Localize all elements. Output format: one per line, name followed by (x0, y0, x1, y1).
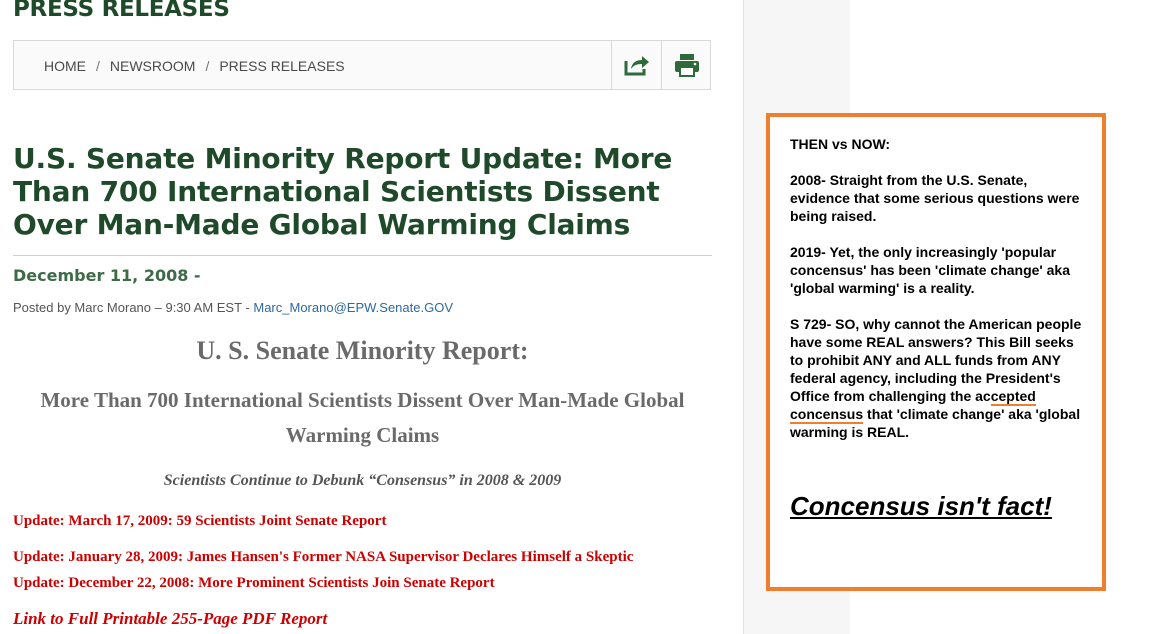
note-paragraph-2019: 2019- Yet, the only increasingly 'popula… (790, 244, 1070, 296)
note-conclusion: Concensus isn't fact! (790, 491, 1052, 521)
pdf-report-link[interactable]: Link to Full Printable 255-Page PDF Repo… (13, 609, 327, 629)
note-title: THEN vs NOW: (790, 136, 891, 152)
print-button[interactable] (661, 41, 712, 89)
section-heading: PRESS RELEASES (13, 0, 230, 22)
author-email-link[interactable]: Marc_Morano@EPW.Senate.GOV (253, 300, 453, 315)
update-link-december[interactable]: Update: December 22, 2008: More Prominen… (13, 575, 495, 592)
byline-text: Posted by Marc Morano – 9:30 AM EST - (13, 300, 254, 315)
share-button[interactable] (611, 41, 662, 89)
title-divider (13, 255, 712, 256)
report-subtitle: More Than 700 International Scientists D… (40, 388, 685, 447)
share-icon (624, 56, 649, 76)
main-content: PRESS RELEASES HOME / NEWSROOM / PRESS R… (0, 0, 743, 634)
article-title: U.S. Senate Minority Report Update: More… (13, 142, 673, 241)
note-paragraph-2008: 2008- Straight from the U.S. Senate, evi… (790, 172, 1080, 224)
note-p3-start: S 729- SO, why cannot the American peopl… (790, 316, 1082, 404)
breadcrumb-separator: / (205, 58, 210, 74)
breadcrumb-separator: / (96, 58, 100, 74)
report-tagline: Scientists Continue to Debunk “Consensus… (163, 472, 562, 489)
printer-icon (675, 54, 699, 77)
annotation-note-box: THEN vs NOW: 2008- Straight from the U.S… (766, 113, 1106, 591)
breadcrumb-bar: HOME / NEWSROOM / PRESS RELEASES (13, 40, 711, 90)
update-link-march[interactable]: Update: March 17, 2009: 59 Scientists Jo… (13, 513, 386, 530)
byline: Posted by Marc Morano – 9:30 AM EST - Ma… (13, 300, 453, 315)
breadcrumb-newsroom[interactable]: NEWSROOM (110, 58, 196, 74)
note-paragraph-s729: S 729- SO, why cannot the American peopl… (790, 315, 1090, 441)
update-link-january[interactable]: Update: January 28, 2009: James Hansen's… (13, 549, 633, 566)
report-title: U. S. Senate Minority Report: (196, 336, 529, 365)
article-date: December 11, 2008 - (13, 266, 201, 285)
breadcrumb: HOME / NEWSROOM / PRESS RELEASES (44, 41, 345, 91)
breadcrumb-current[interactable]: PRESS RELEASES (219, 58, 344, 74)
breadcrumb-home[interactable]: HOME (44, 58, 86, 74)
